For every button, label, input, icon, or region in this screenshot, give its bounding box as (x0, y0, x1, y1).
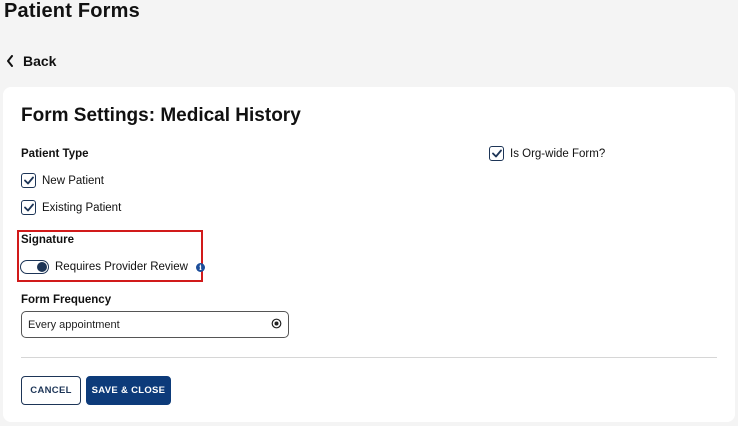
checkmark-icon (23, 203, 34, 212)
back-label: Back (23, 53, 57, 69)
form-frequency-label: Form Frequency (21, 294, 112, 306)
page-title: Patient Forms (4, 0, 140, 22)
checkmark-icon (23, 176, 34, 185)
provider-review-label: Requires Provider Review (55, 261, 188, 273)
cancel-button[interactable]: CANCEL (21, 376, 81, 405)
chevron-left-icon (6, 55, 14, 67)
info-icon[interactable]: i (195, 262, 205, 272)
back-link[interactable]: Back (6, 53, 56, 69)
save-and-close-button[interactable]: SAVE & CLOSE (86, 376, 171, 405)
form-frequency-value: Every appointment (28, 318, 120, 331)
existing-patient-checkbox[interactable] (21, 200, 36, 215)
signature-label: Signature (21, 234, 75, 246)
existing-patient-checkbox-row[interactable]: Existing Patient (21, 200, 121, 215)
checkmark-icon (491, 149, 502, 158)
provider-review-toggle-row: Requires Provider Review i (20, 260, 205, 274)
radio-target-icon (271, 318, 282, 332)
form-frequency-select[interactable]: Every appointment (21, 311, 289, 338)
org-wide-checkbox-row[interactable]: Is Org-wide Form? (489, 146, 605, 161)
card-title: Form Settings: Medical History (21, 105, 301, 126)
org-wide-label: Is Org-wide Form? (510, 147, 606, 160)
patient-type-label: Patient Type (21, 148, 89, 160)
existing-patient-label: Existing Patient (42, 201, 122, 214)
new-patient-label: New Patient (42, 174, 105, 187)
new-patient-checkbox[interactable] (21, 173, 36, 188)
form-settings-card: Form Settings: Medical History Patient T… (3, 87, 735, 422)
provider-review-toggle[interactable] (20, 260, 49, 274)
org-wide-checkbox[interactable] (489, 146, 504, 161)
toggle-knob (37, 262, 47, 272)
divider (21, 357, 717, 358)
new-patient-checkbox-row[interactable]: New Patient (21, 173, 104, 188)
